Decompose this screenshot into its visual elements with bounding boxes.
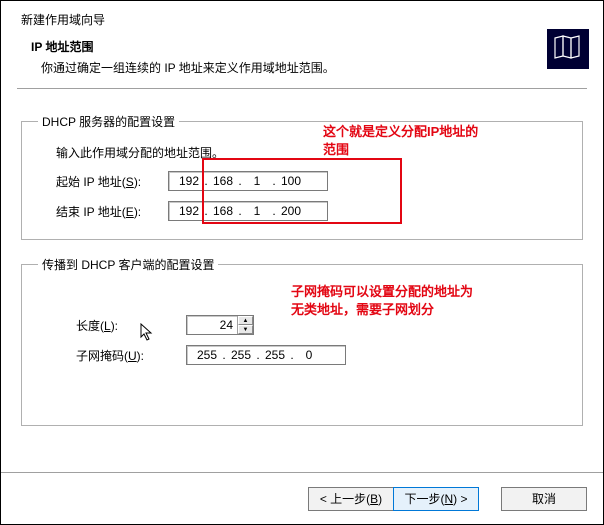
end-ip-input[interactable]: 192. 168. 1. 200	[168, 201, 328, 221]
annotation-line: 无类地址，需要子网划分	[291, 302, 434, 317]
ip-octet[interactable]: 1	[243, 174, 271, 188]
wizard-footer: < 上一步(B) 下一步(N) > 取消	[1, 472, 603, 524]
ip-octet[interactable]: 0	[295, 348, 323, 362]
spinner-up-icon[interactable]: ▲	[238, 316, 253, 325]
annotation-text-2: 子网掩码可以设置分配的地址为 无类地址，需要子网划分	[291, 283, 531, 318]
button-accel: N	[444, 492, 453, 506]
ip-octet[interactable]: 168	[209, 204, 237, 218]
row-start-ip: 起始 IP 地址(S): 192. 168. 1. 100	[38, 171, 566, 191]
annotation-line: 这个就是定义分配IP地址的	[323, 124, 478, 139]
button-label: < 上一步(	[320, 490, 370, 507]
wizard-dialog: 新建作用域向导 IP 地址范围 你通过确定一组连续的 IP 地址来定义作用域地址…	[0, 0, 604, 525]
divider	[17, 88, 587, 89]
label-text: 子网掩码(	[76, 349, 128, 363]
label-text: 起始 IP 地址(	[56, 175, 126, 189]
ip-octet[interactable]: 255	[193, 348, 221, 362]
wizard-title: 新建作用域向导	[21, 11, 587, 28]
start-ip-input[interactable]: 192. 168. 1. 100	[168, 171, 328, 191]
label-text: ):	[134, 175, 141, 189]
label-text: 结束 IP 地址(	[56, 205, 126, 219]
page-title: IP 地址范围	[31, 38, 587, 55]
group-dhcp-client-settings: 传播到 DHCP 客户端的配置设置 长度(L): 24 ▲ ▼ 子网掩码(U):	[21, 256, 583, 426]
row-subnet-mask: 子网掩码(U): 255. 255. 255. 0	[38, 345, 566, 365]
start-ip-label: 起始 IP 地址(S):	[38, 173, 168, 190]
group-legend: DHCP 服务器的配置设置	[38, 113, 179, 130]
label-accel: U	[128, 349, 137, 363]
ip-octet[interactable]: 192	[175, 174, 203, 188]
wizard-header: 新建作用域向导 IP 地址范围 你通过确定一组连续的 IP 地址来定义作用域地址…	[1, 1, 603, 95]
subnet-mask-label: 子网掩码(U):	[38, 347, 186, 364]
group-legend: 传播到 DHCP 客户端的配置设置	[38, 256, 218, 273]
length-spinner[interactable]: ▲ ▼	[237, 316, 253, 334]
annotation-line: 子网掩码可以设置分配的地址为	[291, 284, 473, 299]
ip-octet[interactable]: 168	[209, 174, 237, 188]
button-label: 取消	[532, 490, 556, 507]
page-description: 你通过确定一组连续的 IP 地址来定义作用域地址范围。	[41, 59, 587, 76]
label-text: ):	[137, 349, 144, 363]
button-accel: B	[370, 492, 378, 506]
label-text: ):	[134, 205, 141, 219]
next-button[interactable]: 下一步(N) >	[393, 487, 479, 511]
end-ip-label: 结束 IP 地址(E):	[38, 203, 168, 220]
row-end-ip: 结束 IP 地址(E): 192. 168. 1. 200	[38, 201, 566, 221]
length-value[interactable]: 24	[187, 318, 237, 332]
button-label: ) >	[453, 492, 467, 506]
label-accel: L	[104, 319, 111, 333]
ip-octet[interactable]: 200	[277, 204, 305, 218]
back-button[interactable]: < 上一步(B)	[308, 487, 394, 511]
cancel-button[interactable]: 取消	[501, 487, 587, 511]
annotation-line: 范围	[323, 142, 349, 157]
label-accel: S	[126, 175, 134, 189]
label-accel: E	[126, 205, 134, 219]
label-text: ):	[111, 319, 118, 333]
subnet-mask-input[interactable]: 255. 255. 255. 0	[186, 345, 346, 365]
ip-octet[interactable]: 255	[261, 348, 289, 362]
label-text: 长度(	[76, 319, 104, 333]
spinner-down-icon[interactable]: ▼	[238, 325, 253, 334]
ip-octet[interactable]: 100	[277, 174, 305, 188]
annotation-text-1: 这个就是定义分配IP地址的 范围	[323, 123, 533, 158]
ip-octet[interactable]: 192	[175, 204, 203, 218]
wizard-header-icon	[547, 29, 589, 69]
button-label: 下一步(	[404, 490, 444, 507]
ip-octet[interactable]: 1	[243, 204, 271, 218]
length-label: 长度(L):	[38, 317, 186, 334]
button-label: )	[378, 492, 382, 506]
ip-octet[interactable]: 255	[227, 348, 255, 362]
length-input[interactable]: 24 ▲ ▼	[186, 315, 254, 335]
